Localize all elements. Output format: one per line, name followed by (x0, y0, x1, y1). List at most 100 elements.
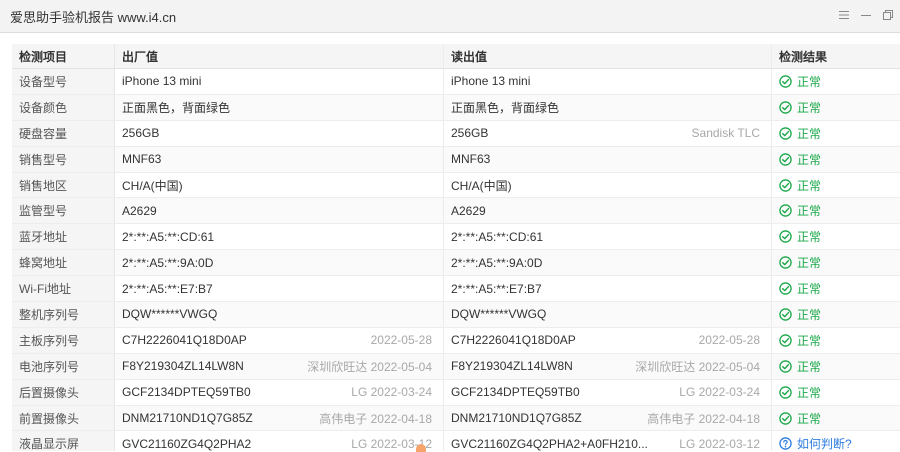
table-row: 销售型号 MNF63 MNF63 正常 (12, 146, 900, 172)
row-item-label: 硬盘容量 (12, 120, 115, 146)
read-value: 正面黑色，背面绿色 (451, 99, 559, 116)
read-value-cell: MNF63 (444, 146, 772, 172)
result-status: 正常 (779, 254, 900, 271)
row-item-label: 设备颜色 (12, 94, 115, 120)
factory-value-cell: 256GB (115, 120, 444, 146)
factory-value: iPhone 13 mini (122, 74, 201, 88)
table-row: 整机序列号 DQW******VWGQ DQW******VWGQ 正常 (12, 302, 900, 328)
result-text: 如何判断? (797, 435, 852, 451)
read-value: F8Y219304ZL14LW8N (451, 359, 573, 373)
check-circle-icon (779, 230, 792, 243)
read-value-cell: GVC21160ZG4Q2PHA2+A0FH210...LG 2022-03-1… (444, 431, 772, 451)
table-body: 设备型号iPhone 13 miniiPhone 13 mini正常设备颜色正面… (12, 69, 900, 452)
result-cell: 正常 (772, 120, 900, 146)
factory-value-cell: GVC21160ZG4Q2PHA2LG 2022-03-12 (115, 431, 444, 451)
row-item-label: Wi-Fi地址 (12, 276, 115, 302)
factory-value-cell: 正面黑色，背面绿色 (115, 94, 444, 120)
result-text: 正常 (797, 125, 821, 142)
table-row: 蜂窝地址2*:**:A5:**:9A:0D2*:**:A5:**:9A:0D正常 (12, 250, 900, 276)
read-note: Sandisk TLC (692, 126, 760, 140)
factory-note: 高伟电子 2022-04-18 (319, 410, 432, 427)
result-status: 正常 (779, 151, 900, 168)
result-status: 正常 (779, 228, 900, 245)
read-value-cell: DQW******VWGQ (444, 302, 772, 328)
read-value-cell: C7H2226041Q18D0AP2022-05-28 (444, 327, 772, 353)
column-header-factory-value: 出厂值 (115, 44, 444, 69)
read-note: 高伟电子 2022-04-18 (647, 410, 760, 427)
read-value-cell: 2*:**:A5:**:CD:61 (444, 224, 772, 250)
result-status: 正常 (779, 73, 900, 90)
check-circle-icon (779, 334, 792, 347)
factory-value: DQW******VWGQ (122, 307, 217, 321)
factory-value-cell: MNF63 (115, 146, 444, 172)
factory-value: 正面黑色，背面绿色 (122, 99, 230, 116)
read-value: DNM21710ND1Q7G85Z (451, 411, 582, 425)
check-circle-icon (779, 412, 792, 425)
result-status: 正常 (779, 306, 900, 323)
check-circle-icon (779, 204, 792, 217)
read-value: 2*:**:A5:**:E7:B7 (451, 282, 542, 296)
row-item-label: 销售地区 (12, 172, 115, 198)
read-value-cell: A2629 (444, 198, 772, 224)
column-header-item: 检测项目 (12, 44, 115, 69)
factory-value-cell: C7H2226041Q18D0AP 2022-05-28 (115, 327, 444, 353)
result-cell: 如何判断? (772, 431, 900, 451)
check-circle-icon (779, 153, 792, 166)
check-circle-icon (779, 101, 792, 114)
factory-value: GVC21160ZG4Q2PHA2 (122, 437, 251, 451)
result-text: 正常 (797, 177, 821, 194)
column-header-result: 检测结果 (772, 44, 900, 69)
result-text: 正常 (797, 99, 821, 116)
result-text: 正常 (797, 151, 821, 168)
row-item-label: 电池序列号 (12, 353, 115, 379)
result-cell: 正常 (772, 224, 900, 250)
read-value-cell: CH/A(中国) (444, 172, 772, 198)
restore-icon[interactable] (882, 9, 894, 21)
read-value: 2*:**:A5:**:9A:0D (451, 256, 542, 270)
result-cell: 正常 (772, 172, 900, 198)
row-item-label: 前置摄像头 (12, 405, 115, 431)
read-value: GCF2134DPTEQ59TB0 (451, 385, 580, 399)
factory-value-cell: iPhone 13 mini (115, 69, 444, 95)
result-cell: 正常 (772, 276, 900, 302)
result-text: 正常 (797, 73, 821, 90)
factory-value: F8Y219304ZL14LW8N (122, 359, 244, 373)
check-circle-icon (779, 386, 792, 399)
list-icon[interactable] (838, 9, 850, 21)
factory-value-cell: 2*:**:A5:**:CD:61 (115, 224, 444, 250)
inspection-report-table-container: 检测项目 出厂值 读出值 检测结果 设备型号iPhone 13 miniiPho… (12, 44, 900, 451)
table-row: 硬盘容量256GB256GBSandisk TLC正常 (12, 120, 900, 146)
row-item-label: 销售型号 (12, 146, 115, 172)
read-value-cell: DNM21710ND1Q7G85Z 高伟电子 2022-04-18 (444, 405, 772, 431)
factory-value-cell: GCF2134DPTEQ59TB0LG 2022-03-24 (115, 379, 444, 405)
read-value-cell: 2*:**:A5:**:E7:B7 (444, 276, 772, 302)
how-to-judge-link[interactable]: 如何判断? (779, 435, 900, 451)
question-circle-icon (779, 437, 792, 450)
result-cell: 正常 (772, 353, 900, 379)
check-circle-icon (779, 256, 792, 269)
factory-note: 2022-05-28 (371, 333, 432, 347)
result-status: 正常 (779, 358, 900, 375)
factory-value: C7H2226041Q18D0AP (122, 333, 247, 347)
read-note: 深圳欣旺达 2022-05-04 (635, 358, 760, 375)
result-status: 正常 (779, 99, 900, 116)
minimize-icon[interactable] (860, 9, 872, 21)
read-value: 256GB (451, 126, 488, 140)
row-item-label: 整机序列号 (12, 302, 115, 328)
factory-value: A2629 (122, 204, 157, 218)
result-cell: 正常 (772, 94, 900, 120)
result-cell: 正常 (772, 69, 900, 95)
read-value-cell: 2*:**:A5:**:9A:0D (444, 250, 772, 276)
read-value-cell: iPhone 13 mini (444, 69, 772, 95)
factory-value: MNF63 (122, 152, 161, 166)
result-text: 正常 (797, 228, 821, 245)
table-row: 销售地区CH/A(中国)CH/A(中国)正常 (12, 172, 900, 198)
read-value: 2*:**:A5:**:CD:61 (451, 230, 543, 244)
table-row: 液晶显示屏GVC21160ZG4Q2PHA2LG 2022-03-12GVC21… (12, 431, 900, 451)
factory-value: GCF2134DPTEQ59TB0 (122, 385, 251, 399)
result-text: 正常 (797, 410, 821, 427)
column-header-read-value: 读出值 (444, 44, 772, 69)
factory-value-cell: DQW******VWGQ (115, 302, 444, 328)
result-text: 正常 (797, 254, 821, 271)
result-cell: 正常 (772, 198, 900, 224)
